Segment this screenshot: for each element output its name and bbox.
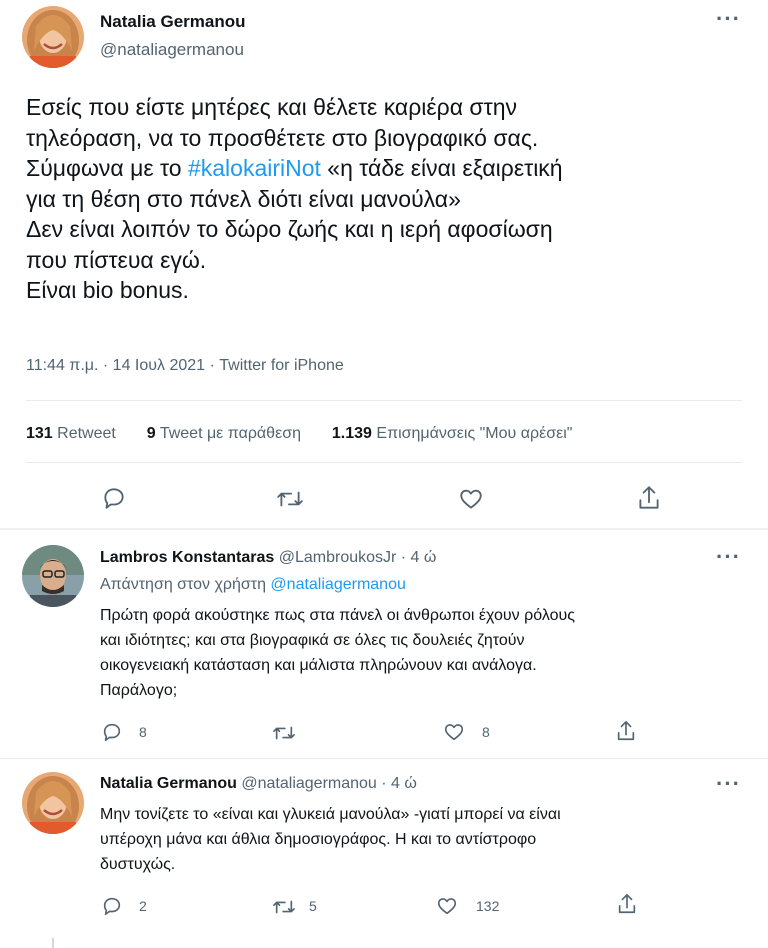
quotes-stat[interactable]: 9 Tweet με παράθεση bbox=[147, 425, 301, 442]
retweets-label: Retweet bbox=[57, 425, 116, 442]
reply2-retweet-count: 5 bbox=[309, 898, 317, 914]
reply1-reply-count: 8 bbox=[139, 724, 147, 740]
reply1-text: Πρώτη φορά ακούστηκε πως στα πάνελ οι άν… bbox=[100, 603, 575, 703]
reply2-line: υπέροχη μάνα και άθλια δημοσιογράφος. Η … bbox=[100, 831, 537, 848]
likes-label: Επισημάνσεις "Μου αρέσει" bbox=[376, 425, 573, 442]
thread-continuation-line bbox=[52, 938, 54, 948]
reply2-text: Μην τονίζετε το «είναι και γλυκειά μανού… bbox=[100, 802, 561, 877]
heart-icon[interactable] bbox=[436, 895, 458, 917]
likes-count: 1.139 bbox=[331, 425, 372, 442]
heart-icon[interactable] bbox=[443, 721, 465, 743]
main-tweet-text: Εσείς που είστε μητέρες και θέλετε καριέ… bbox=[26, 92, 563, 306]
main-tweet-line: Είναι bio bonus. bbox=[26, 277, 189, 303]
reply2-avatar[interactable] bbox=[22, 772, 84, 834]
reply2-like-count: 132 bbox=[476, 898, 500, 914]
main-tweet-line: που πίστευα εγώ. bbox=[26, 246, 207, 273]
share-icon[interactable] bbox=[636, 484, 662, 512]
replying-to-handle[interactable]: @nataliagermanou bbox=[270, 576, 405, 593]
reply1-avatar[interactable] bbox=[22, 545, 84, 607]
reply1-line: Πρώτη φορά ακούστηκε πως στα πάνελ οι άν… bbox=[100, 607, 575, 624]
share-icon[interactable] bbox=[615, 719, 637, 743]
retweet-icon[interactable] bbox=[276, 486, 304, 512]
reply-icon[interactable] bbox=[101, 721, 123, 743]
likes-stat[interactable]: 1.139 Επισημάνσεις "Μου αρέσει" bbox=[332, 425, 573, 442]
reply2-author-name[interactable]: Natalia Germanou bbox=[100, 775, 237, 792]
quotes-count: 9 bbox=[146, 425, 156, 442]
main-tweet-stats: 131 Retweet 9 Tweet με παράθεση 1.139 Επ… bbox=[26, 425, 572, 443]
reply1-like-count: 8 bbox=[482, 724, 490, 740]
reply1-more-icon[interactable]: ··· bbox=[716, 546, 741, 568]
heart-icon[interactable] bbox=[458, 486, 484, 512]
reply2-header: Natalia Germanou @nataliagermanou · 4 ώ bbox=[100, 775, 417, 793]
main-tweet-more-icon[interactable]: ··· bbox=[716, 8, 741, 30]
retweets-stat[interactable]: 131 Retweet bbox=[26, 425, 116, 442]
main-tweet-timestamp[interactable]: 11:44 π.μ. · 14 Ιουλ 2021 · Twitter for … bbox=[26, 357, 344, 375]
main-tweet-line: Εσείς που είστε μητέρες και θέλετε καριέ… bbox=[26, 94, 518, 120]
reply1-author-name[interactable]: Lambros Konstantaras bbox=[100, 549, 274, 566]
reply1-replying-to: Απάντηση στον χρήστη @nataliagermanou bbox=[100, 576, 406, 594]
main-tweet-line: για τη θέση στο πάνελ διότι είναι μανούλ… bbox=[26, 185, 461, 212]
retweet-icon[interactable] bbox=[272, 896, 296, 918]
reply1-header: Lambros Konstantaras @LambroukosJr · 4 ώ bbox=[100, 549, 436, 567]
reply1-meta[interactable]: @LambroukosJr · 4 ώ bbox=[279, 549, 437, 566]
share-icon[interactable] bbox=[616, 892, 638, 916]
text-segment: «η τάδε είναι εξαιρετική bbox=[320, 155, 563, 181]
quotes-label: Tweet με παράθεση bbox=[159, 425, 301, 442]
reply2-line: Μην τονίζετε το «είναι και γλυκειά μανού… bbox=[100, 806, 561, 823]
main-tweet-line: Σύμφωνα με το #kalokairiNot «η τάδε είνα… bbox=[26, 153, 563, 184]
reply1-line: και ιδιότητες; και στα βιογραφικά σε όλε… bbox=[100, 632, 525, 649]
main-tweet-avatar[interactable] bbox=[22, 6, 84, 68]
main-tweet-line: Δεν είναι λοιπόν το δώρο ζωής και η ιερή… bbox=[26, 216, 553, 242]
reply1-line: οικογενειακή κατάσταση και μάλιστα πληρώ… bbox=[100, 657, 537, 674]
reply-icon[interactable] bbox=[101, 485, 127, 511]
main-tweet-line: τηλεόραση, να το προσθέτετε στο βιογραφι… bbox=[26, 124, 539, 151]
reply-icon[interactable] bbox=[101, 895, 123, 917]
reply2-reply-count: 2 bbox=[139, 898, 147, 914]
retweets-count: 131 bbox=[26, 425, 53, 442]
reply2-more-icon[interactable]: ··· bbox=[716, 773, 741, 795]
main-tweet-author-handle[interactable]: @nataliagermanou bbox=[100, 40, 244, 60]
main-tweet-author-name[interactable]: Natalia Germanou bbox=[100, 12, 246, 32]
text-segment: Σύμφωνα με το bbox=[26, 155, 188, 181]
retweet-icon[interactable] bbox=[272, 722, 296, 744]
hashtag-link[interactable]: #kalokairiNot bbox=[188, 155, 321, 181]
reply1-line: Παράλογο; bbox=[100, 682, 178, 699]
replying-to-prefix: Απάντηση στον χρήστη bbox=[100, 576, 271, 593]
reply2-line: δυστυχώς. bbox=[100, 856, 176, 873]
reply2-meta[interactable]: @nataliagermanou · 4 ώ bbox=[241, 775, 417, 792]
